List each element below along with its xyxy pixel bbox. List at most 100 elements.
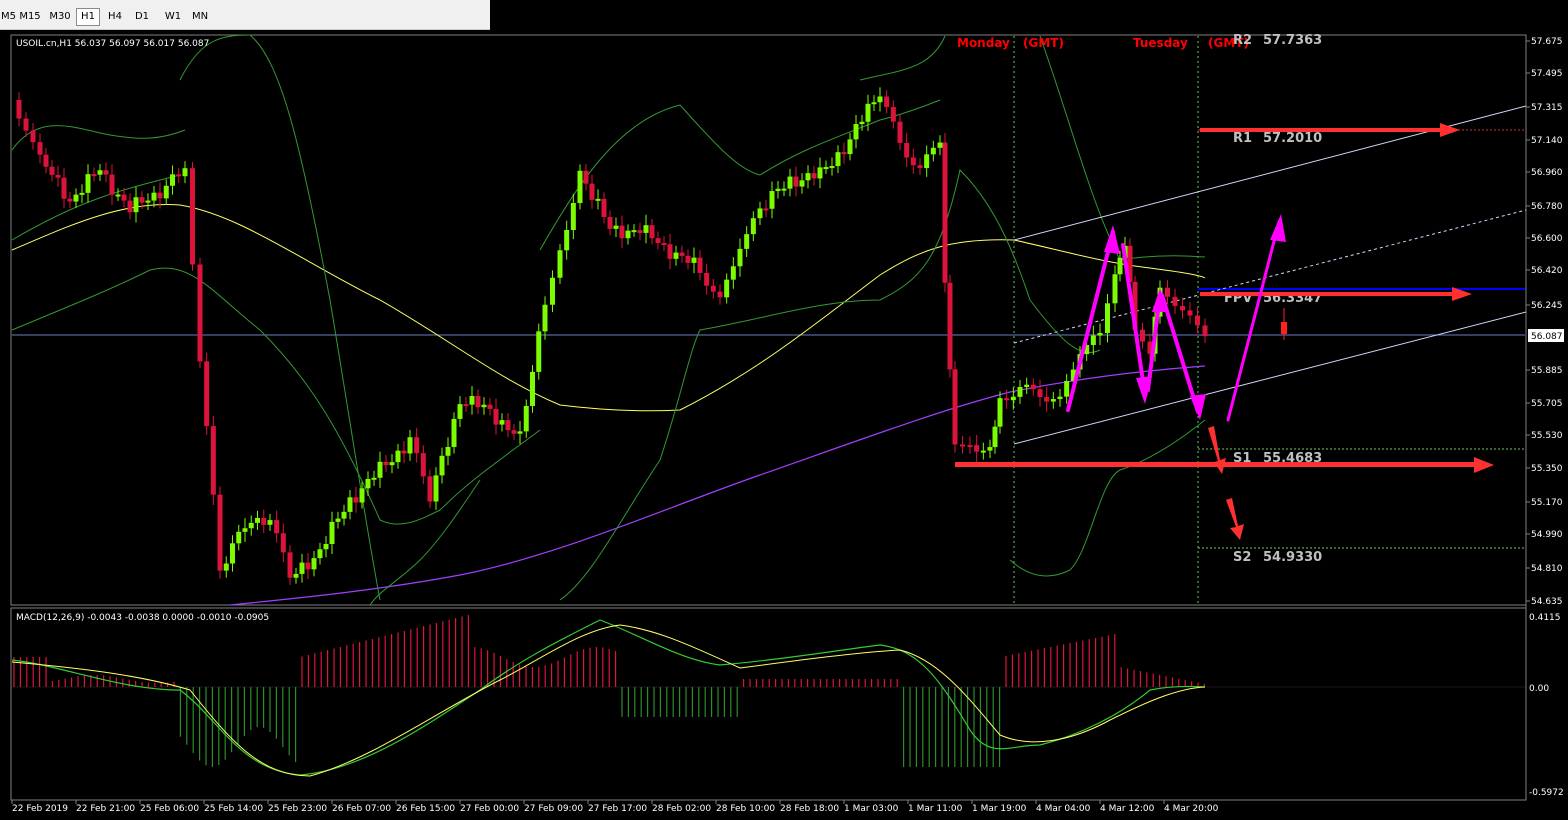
timeframe-m30-button[interactable]: M30	[46, 8, 74, 26]
timeframe-mn-button[interactable]: MN	[188, 8, 212, 26]
candle-body	[190, 168, 195, 265]
candle-body	[287, 552, 293, 578]
time-tick-label: 28 Feb 10:00	[716, 804, 775, 814]
candle-body	[377, 461, 383, 478]
candle-body	[217, 494, 223, 571]
macd-main-line	[11, 619, 1206, 776]
candle-body	[667, 244, 673, 259]
candle-body	[261, 517, 267, 525]
candle-body	[530, 371, 535, 406]
candle-body	[805, 173, 811, 181]
candle-body	[293, 573, 299, 578]
candle-body	[871, 102, 877, 105]
candle-body	[433, 475, 439, 502]
candle-body	[637, 230, 643, 233]
candle-body	[523, 405, 529, 432]
pivot-r1-value: 57.2010	[1263, 131, 1322, 146]
price-tick-label: 57.140	[1531, 136, 1563, 146]
candle-body	[625, 230, 631, 239]
candle-body	[1140, 329, 1145, 342]
candle-body	[353, 497, 359, 503]
time-tick-label: 22 Feb 2019	[12, 804, 68, 814]
price-tick-label: 54.810	[1531, 564, 1563, 574]
candle-body	[1172, 296, 1178, 306]
pivot-r2-label: R2	[1233, 33, 1252, 48]
candle-body	[992, 426, 998, 448]
candle-body	[910, 157, 916, 166]
candlestick-series	[16, 87, 1208, 585]
candle-body	[359, 488, 365, 503]
candle-body	[737, 248, 743, 267]
macd-histogram	[13, 614, 1206, 767]
candle-body	[79, 192, 85, 195]
time-tick-label: 4 Mar 20:00	[1164, 804, 1219, 814]
timeframe-m5-button[interactable]: M5	[0, 8, 16, 26]
candle-body	[787, 176, 793, 189]
candle-body	[439, 455, 445, 476]
candle-body	[323, 543, 329, 550]
time-tick-label: 28 Feb 18:00	[780, 804, 839, 814]
magenta-forecast-path	[1066, 220, 1281, 422]
timeframe-h4-button[interactable]: H4	[103, 8, 127, 26]
price-chart[interactable]: Monday (GMT) Tuesday (GMT) R2 57.7363 R1…	[0, 30, 1568, 820]
time-tick-label: 26 Feb 15:00	[396, 804, 455, 814]
candle-body	[589, 183, 595, 200]
candle-body	[550, 277, 555, 305]
candle-body	[799, 180, 805, 187]
candle-body	[335, 518, 341, 522]
session-label-monday: Monday	[957, 36, 1010, 50]
candle-body	[967, 445, 973, 448]
candle-body	[371, 477, 377, 480]
price-axis: 57.675 57.495 57.315 57.140 56.960 56.780 56.6…	[1526, 37, 1563, 607]
candle-body	[557, 250, 563, 278]
candle-body	[1105, 303, 1110, 333]
candle-body	[904, 142, 910, 158]
candle-body	[97, 170, 103, 175]
candle-body	[730, 266, 736, 280]
price-tick-label: 56.420	[1531, 266, 1563, 276]
session-tz-monday: (GMT)	[1023, 36, 1064, 50]
candle-body	[127, 200, 133, 213]
pivot-r1-label: R1	[1233, 131, 1252, 146]
candle-body	[469, 396, 475, 405]
candle-body	[55, 174, 61, 178]
time-tick-label: 27 Feb 00:00	[460, 804, 519, 814]
candle-body	[649, 225, 655, 239]
candle-body	[517, 431, 523, 434]
time-axis: 22 Feb 2019 22 Feb 21:00 25 Feb 06:00 25 Fe…	[11, 800, 1219, 814]
price-tick-label: 55.530	[1531, 431, 1563, 441]
candle-body	[613, 225, 619, 229]
macd-signal-line	[11, 624, 1206, 777]
timeframe-h1-button[interactable]: H1	[76, 8, 100, 26]
candle-body	[631, 230, 637, 233]
timeframe-m15-button[interactable]: M15	[16, 8, 44, 26]
candle-body	[570, 202, 576, 230]
price-tick-label: 56.245	[1531, 301, 1563, 311]
candle-body	[365, 478, 371, 489]
candle-body	[67, 198, 73, 202]
candle-body	[121, 194, 127, 201]
candle-body	[980, 450, 986, 453]
red-level-arrows	[955, 123, 1494, 540]
candle-body	[475, 396, 481, 408]
candle-body	[347, 497, 353, 512]
timeframe-w1-button[interactable]: W1	[160, 8, 186, 26]
candle-body	[811, 173, 817, 179]
candle-body	[841, 152, 847, 155]
candle-body	[829, 166, 835, 169]
current-price-value: 56.087	[1531, 332, 1563, 342]
candle-body	[884, 96, 890, 108]
candle-body	[133, 197, 139, 213]
arrowhead-5	[1270, 214, 1286, 242]
candle-body	[210, 426, 216, 495]
candle-body	[61, 177, 67, 199]
time-tick-label: 25 Feb 23:00	[268, 804, 327, 814]
price-tick-label: 54.990	[1531, 530, 1563, 540]
candle-body	[383, 461, 389, 466]
candle-body	[710, 285, 716, 292]
candle-body	[109, 174, 115, 195]
candle-body	[37, 142, 43, 155]
price-tick-label: 57.675	[1531, 37, 1563, 47]
magenta-forecast-up	[1226, 220, 1281, 422]
timeframe-d1-button[interactable]: D1	[130, 8, 154, 26]
